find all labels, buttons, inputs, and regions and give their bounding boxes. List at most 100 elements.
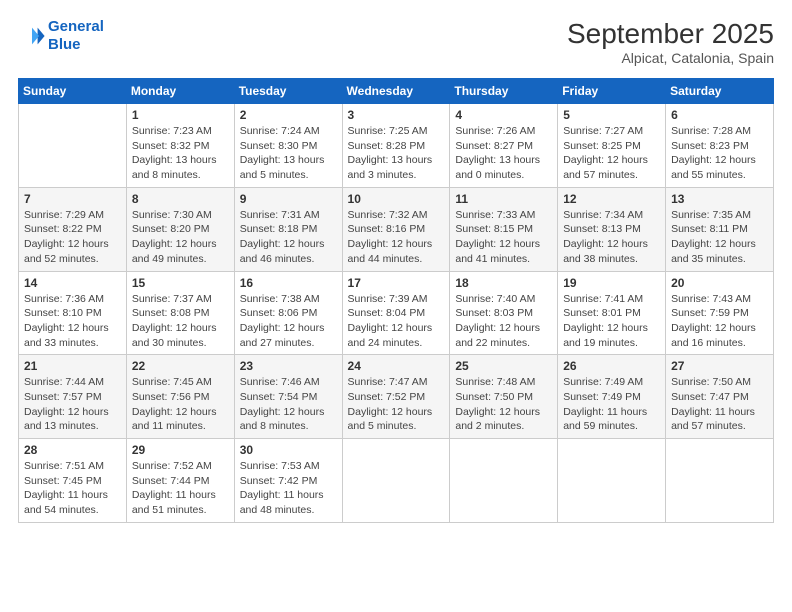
logo-text: General Blue (48, 18, 104, 54)
day-info: Sunrise: 7:51 AM Sunset: 7:45 PM Dayligh… (24, 459, 121, 518)
week-row-4: 21 Sunrise: 7:44 AM Sunset: 7:57 PM Dayli… (19, 355, 774, 439)
day-number: 7 (24, 192, 121, 206)
calendar-cell: 15 Sunrise: 7:37 AM Sunset: 8:08 PM Dayli… (126, 271, 234, 355)
day-info: Sunrise: 7:32 AM Sunset: 8:16 PM Dayligh… (348, 208, 445, 267)
calendar-cell: 13Sunrise: 7:35 AM Sunset: 8:11 PM Dayli… (666, 187, 774, 271)
day-info: Sunrise: 7:39 AM Sunset: 8:04 PM Dayligh… (348, 292, 445, 351)
calendar-cell: 17 Sunrise: 7:39 AM Sunset: 8:04 PM Dayli… (342, 271, 450, 355)
day-number: 14 (24, 276, 121, 290)
day-number: 26 (563, 359, 660, 373)
calendar-cell: 21 Sunrise: 7:44 AM Sunset: 7:57 PM Dayli… (19, 355, 127, 439)
main-title: September 2025 (567, 18, 774, 50)
day-number: 6 (671, 108, 768, 122)
day-info: Sunrise: 7:26 AM Sunset: 8:27 PM Dayligh… (455, 124, 552, 183)
week-row-2: 7 Sunrise: 7:29 AM Sunset: 8:22 PM Daylig… (19, 187, 774, 271)
day-info: Sunrise: 7:24 AM Sunset: 8:30 PM Dayligh… (240, 124, 337, 183)
day-info: Sunrise: 7:50 AM Sunset: 7:47 PM Dayligh… (671, 375, 768, 434)
calendar-cell (342, 439, 450, 523)
logo-line1: General (48, 18, 104, 35)
day-number: 12 (563, 192, 660, 206)
day-number: 2 (240, 108, 337, 122)
day-number: 29 (132, 443, 229, 457)
day-number: 18 (455, 276, 552, 290)
day-info: Sunrise: 7:52 AM Sunset: 7:44 PM Dayligh… (132, 459, 229, 518)
calendar-cell: 18 Sunrise: 7:40 AM Sunset: 8:03 PM Dayli… (450, 271, 558, 355)
day-number: 23 (240, 359, 337, 373)
day-number: 9 (240, 192, 337, 206)
calendar-cell (19, 104, 127, 188)
day-number: 30 (240, 443, 337, 457)
day-info: Sunrise: 7:41 AM Sunset: 8:01 PM Dayligh… (563, 292, 660, 351)
day-number: 21 (24, 359, 121, 373)
calendar-cell (558, 439, 666, 523)
calendar-cell: 28 Sunrise: 7:51 AM Sunset: 7:45 PM Dayli… (19, 439, 127, 523)
calendar-cell: 11Sunrise: 7:33 AM Sunset: 8:15 PM Dayli… (450, 187, 558, 271)
day-number: 15 (132, 276, 229, 290)
calendar-cell (666, 439, 774, 523)
calendar-cell: 10 Sunrise: 7:32 AM Sunset: 8:16 PM Dayli… (342, 187, 450, 271)
day-number: 13 (671, 192, 768, 206)
day-info: Sunrise: 7:25 AM Sunset: 8:28 PM Dayligh… (348, 124, 445, 183)
day-info: Sunrise: 7:44 AM Sunset: 7:57 PM Dayligh… (24, 375, 121, 434)
calendar-cell: 5Sunrise: 7:27 AM Sunset: 8:25 PM Daylig… (558, 104, 666, 188)
days-of-week-row: SundayMondayTuesdayWednesdayThursdayFrid… (19, 79, 774, 104)
day-of-week-saturday: Saturday (666, 79, 774, 104)
day-info: Sunrise: 7:36 AM Sunset: 8:10 PM Dayligh… (24, 292, 121, 351)
subtitle: Alpicat, Catalonia, Spain (567, 50, 774, 66)
day-info: Sunrise: 7:30 AM Sunset: 8:20 PM Dayligh… (132, 208, 229, 267)
calendar-cell: 22 Sunrise: 7:45 AM Sunset: 7:56 PM Dayli… (126, 355, 234, 439)
calendar-cell: 30Sunrise: 7:53 AM Sunset: 7:42 PM Dayli… (234, 439, 342, 523)
day-info: Sunrise: 7:33 AM Sunset: 8:15 PM Dayligh… (455, 208, 552, 267)
day-info: Sunrise: 7:37 AM Sunset: 8:08 PM Dayligh… (132, 292, 229, 351)
day-number: 8 (132, 192, 229, 206)
day-info: Sunrise: 7:47 AM Sunset: 7:52 PM Dayligh… (348, 375, 445, 434)
day-info: Sunrise: 7:40 AM Sunset: 8:03 PM Dayligh… (455, 292, 552, 351)
day-number: 22 (132, 359, 229, 373)
calendar-cell: 8 Sunrise: 7:30 AM Sunset: 8:20 PM Daylig… (126, 187, 234, 271)
calendar-cell: 19Sunrise: 7:41 AM Sunset: 8:01 PM Dayli… (558, 271, 666, 355)
header: General Blue September 2025 Alpicat, Cat… (18, 18, 774, 66)
day-number: 1 (132, 108, 229, 122)
day-number: 28 (24, 443, 121, 457)
day-number: 17 (348, 276, 445, 290)
calendar-cell: 3 Sunrise: 7:25 AM Sunset: 8:28 PM Daylig… (342, 104, 450, 188)
calendar-cell: 14 Sunrise: 7:36 AM Sunset: 8:10 PM Dayli… (19, 271, 127, 355)
calendar: SundayMondayTuesdayWednesdayThursdayFrid… (18, 78, 774, 523)
day-info: Sunrise: 7:23 AM Sunset: 8:32 PM Dayligh… (132, 124, 229, 183)
day-info: Sunrise: 7:38 AM Sunset: 8:06 PM Dayligh… (240, 292, 337, 351)
calendar-cell: 23Sunrise: 7:46 AM Sunset: 7:54 PM Dayli… (234, 355, 342, 439)
day-number: 20 (671, 276, 768, 290)
title-block: September 2025 Alpicat, Catalonia, Spain (567, 18, 774, 66)
day-info: Sunrise: 7:27 AM Sunset: 8:25 PM Dayligh… (563, 124, 660, 183)
calendar-cell (450, 439, 558, 523)
day-of-week-monday: Monday (126, 79, 234, 104)
day-number: 27 (671, 359, 768, 373)
week-row-3: 14 Sunrise: 7:36 AM Sunset: 8:10 PM Dayli… (19, 271, 774, 355)
calendar-cell: 24 Sunrise: 7:47 AM Sunset: 7:52 PM Dayli… (342, 355, 450, 439)
day-number: 24 (348, 359, 445, 373)
calendar-cell: 25Sunrise: 7:48 AM Sunset: 7:50 PM Dayli… (450, 355, 558, 439)
calendar-header: SundayMondayTuesdayWednesdayThursdayFrid… (19, 79, 774, 104)
day-number: 3 (348, 108, 445, 122)
logo: General Blue (18, 18, 104, 54)
day-number: 16 (240, 276, 337, 290)
calendar-cell: 16 Sunrise: 7:38 AM Sunset: 8:06 PM Dayli… (234, 271, 342, 355)
calendar-cell: 27 Sunrise: 7:50 AM Sunset: 7:47 PM Dayli… (666, 355, 774, 439)
day-info: Sunrise: 7:45 AM Sunset: 7:56 PM Dayligh… (132, 375, 229, 434)
day-number: 10 (348, 192, 445, 206)
calendar-cell: 12 Sunrise: 7:34 AM Sunset: 8:13 PM Dayli… (558, 187, 666, 271)
day-info: Sunrise: 7:31 AM Sunset: 8:18 PM Dayligh… (240, 208, 337, 267)
day-of-week-sunday: Sunday (19, 79, 127, 104)
day-of-week-friday: Friday (558, 79, 666, 104)
day-info: Sunrise: 7:28 AM Sunset: 8:23 PM Dayligh… (671, 124, 768, 183)
calendar-body: 1 Sunrise: 7:23 AM Sunset: 8:32 PM Daylig… (19, 104, 774, 523)
day-number: 4 (455, 108, 552, 122)
day-info: Sunrise: 7:29 AM Sunset: 8:22 PM Dayligh… (24, 208, 121, 267)
calendar-cell: 20Sunrise: 7:43 AM Sunset: 7:59 PM Dayli… (666, 271, 774, 355)
day-of-week-thursday: Thursday (450, 79, 558, 104)
calendar-cell: 29 Sunrise: 7:52 AM Sunset: 7:44 PM Dayli… (126, 439, 234, 523)
day-info: Sunrise: 7:34 AM Sunset: 8:13 PM Dayligh… (563, 208, 660, 267)
day-of-week-wednesday: Wednesday (342, 79, 450, 104)
calendar-cell: 9 Sunrise: 7:31 AM Sunset: 8:18 PM Daylig… (234, 187, 342, 271)
week-row-5: 28 Sunrise: 7:51 AM Sunset: 7:45 PM Dayli… (19, 439, 774, 523)
